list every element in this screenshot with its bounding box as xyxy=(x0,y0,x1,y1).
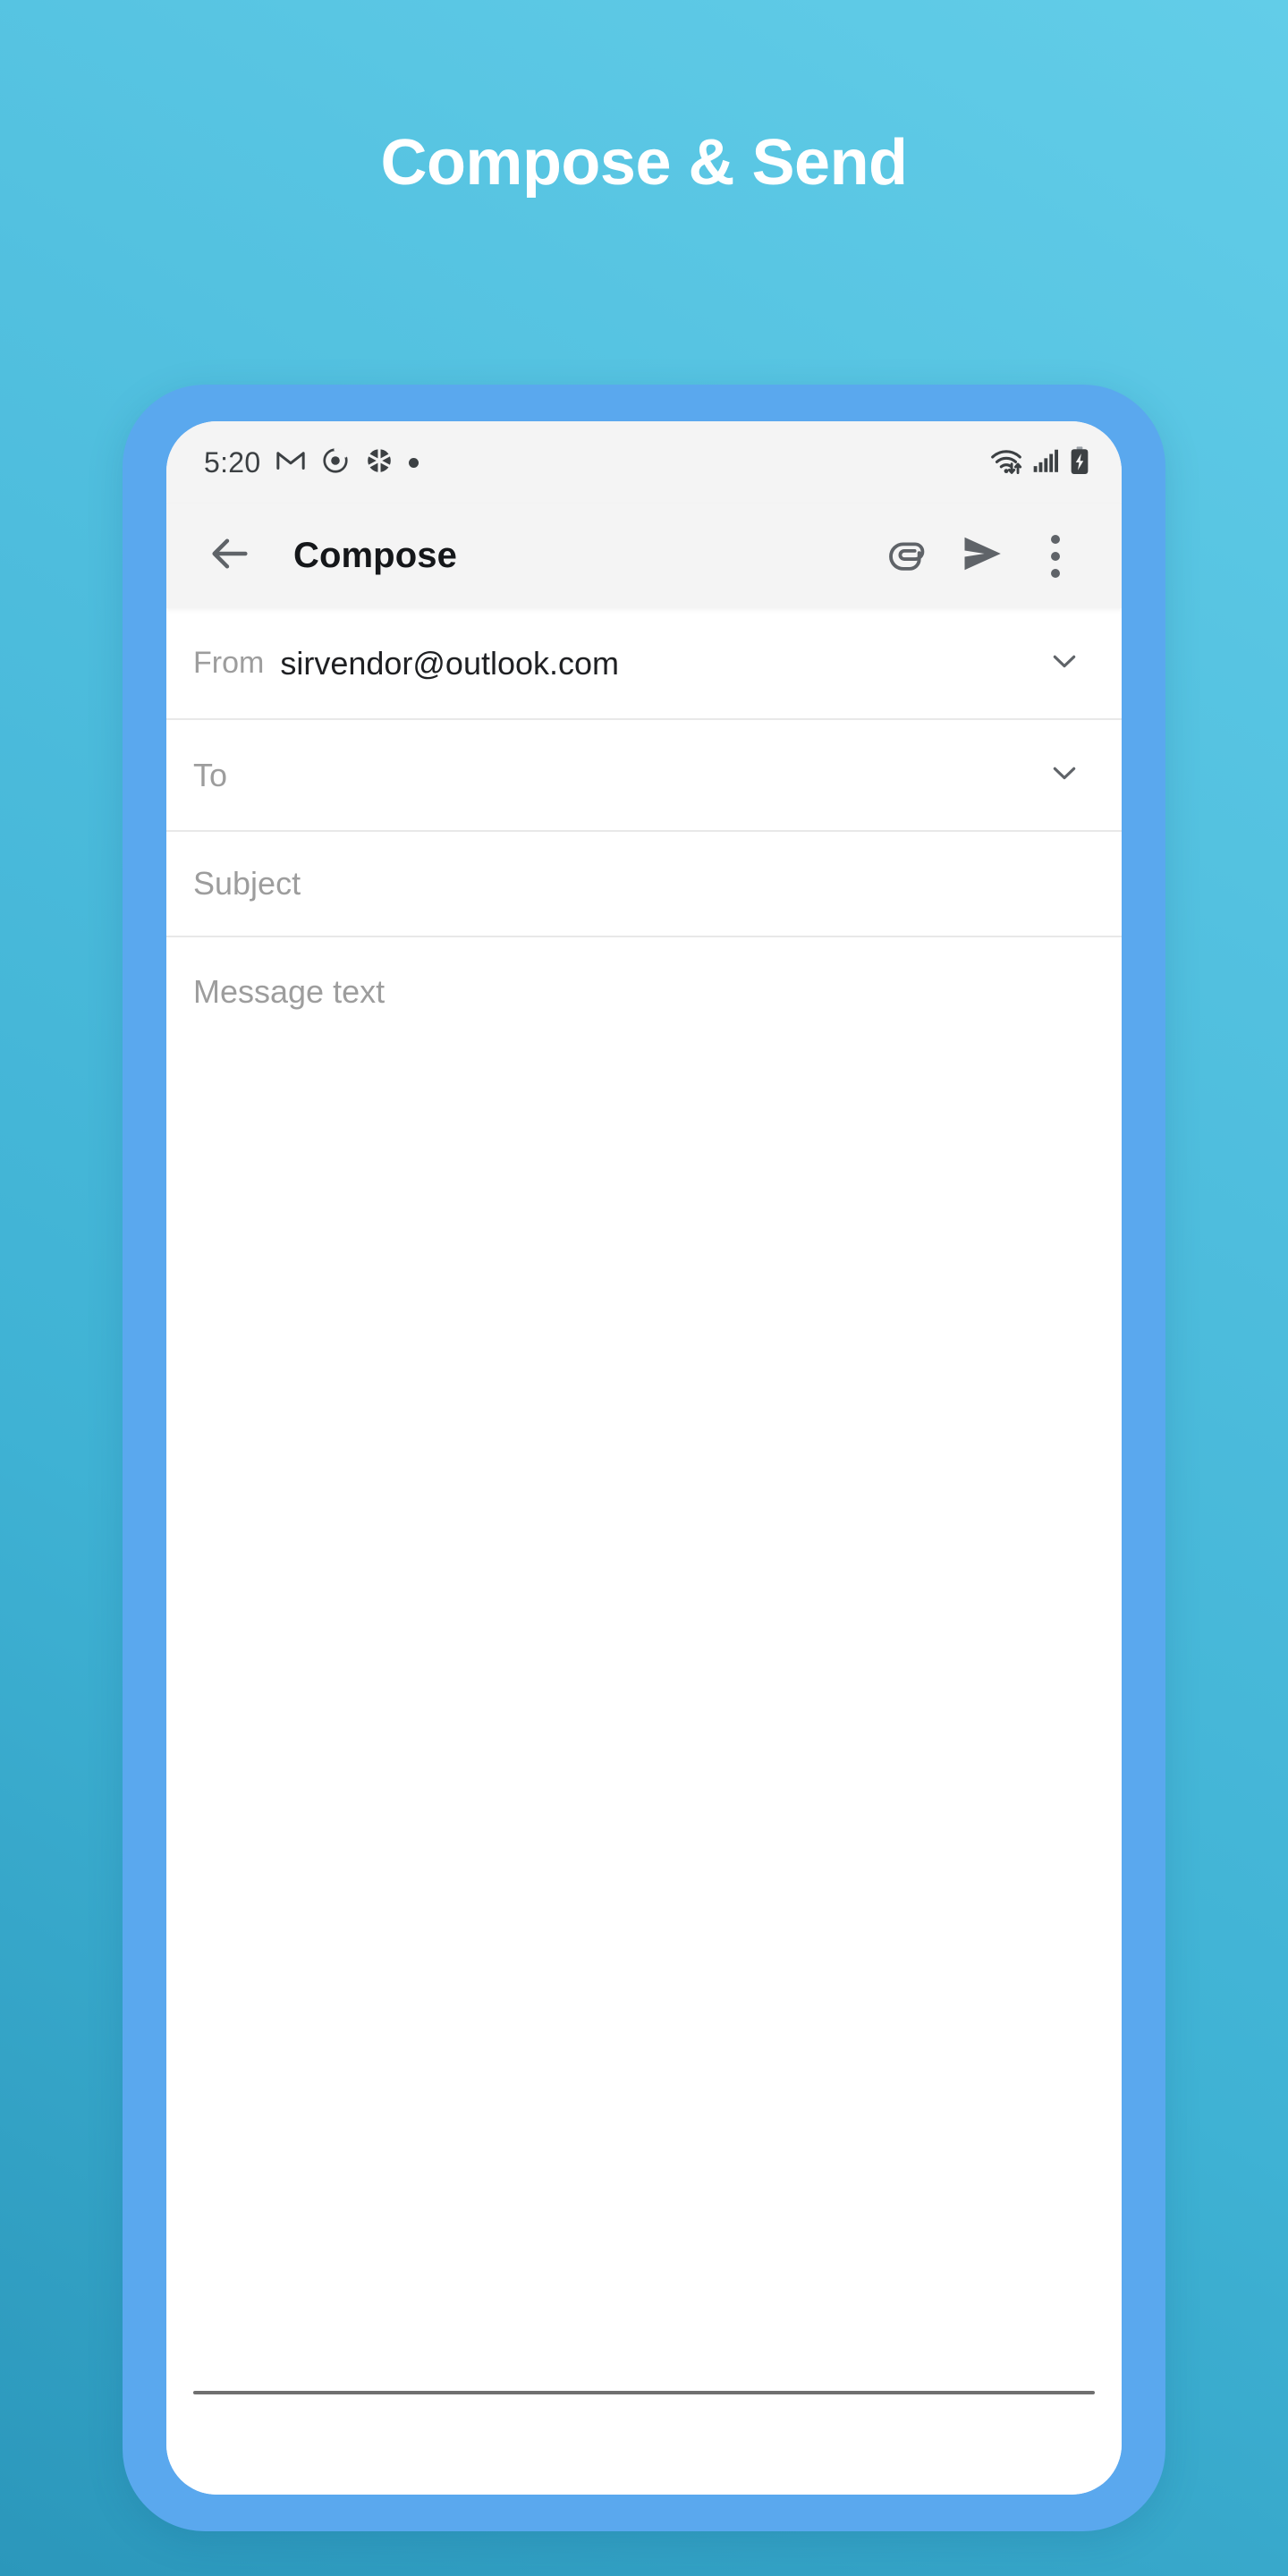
status-bar-right-group xyxy=(989,445,1091,480)
to-input[interactable]: To xyxy=(193,757,1036,794)
battery-charging-icon xyxy=(1068,445,1091,480)
send-icon xyxy=(959,530,1005,581)
from-label: From xyxy=(193,646,265,680)
app-bar-title: Compose xyxy=(293,536,457,575)
app-bar-actions xyxy=(875,522,1089,590)
from-value: sirvendor@outlook.com xyxy=(280,644,620,682)
promo-screenshot-stage: Compose & Send 5:20 Compose From sirvend… xyxy=(0,0,1288,2576)
wifi-data-icon xyxy=(989,445,1023,480)
from-expand-button[interactable] xyxy=(1036,635,1093,692)
phone-screen: 5:20 Compose From sirvendor@outlook.com … xyxy=(166,421,1122,2495)
android-status-bar: 5:20 xyxy=(166,421,1122,504)
page-title: Compose & Send xyxy=(380,127,908,199)
more-options-button[interactable] xyxy=(1021,522,1089,590)
clock-alarm-icon xyxy=(321,446,350,479)
message-input[interactable]: Message text xyxy=(193,971,1093,1013)
cellular-signal-icon xyxy=(1031,446,1060,479)
camera-aperture-icon xyxy=(365,446,394,479)
gesture-nav-handle[interactable] xyxy=(193,2391,1095,2394)
gmail-icon xyxy=(275,445,306,480)
to-field-row[interactable]: To xyxy=(166,720,1122,832)
compose-app-bar: Compose xyxy=(166,504,1122,608)
attach-button[interactable] xyxy=(875,522,943,590)
chevron-down-icon xyxy=(1046,755,1082,795)
kebab-menu-icon xyxy=(1051,534,1060,578)
send-button[interactable] xyxy=(948,522,1016,590)
gesture-nav-bar xyxy=(166,2389,1122,2495)
paperclip-icon xyxy=(886,531,931,580)
subject-input[interactable]: Subject xyxy=(193,865,1093,902)
status-bar-left-group: 5:20 xyxy=(204,445,419,480)
notification-dot-icon xyxy=(409,457,419,468)
subject-field-row[interactable]: Subject xyxy=(166,832,1122,937)
from-field-row[interactable]: From sirvendor@outlook.com xyxy=(166,608,1122,720)
phone-frame: 5:20 Compose From sirvendor@outlook.com … xyxy=(123,385,1165,2531)
compose-form: From sirvendor@outlook.com To Subject Me… xyxy=(166,608,1122,2306)
arrow-back-icon xyxy=(207,530,253,581)
chevron-down-icon xyxy=(1046,643,1082,683)
to-expand-button[interactable] xyxy=(1036,747,1093,804)
status-clock: 5:20 xyxy=(204,445,261,479)
message-body-field[interactable]: Message text xyxy=(166,937,1122,2306)
back-button[interactable] xyxy=(199,525,261,588)
